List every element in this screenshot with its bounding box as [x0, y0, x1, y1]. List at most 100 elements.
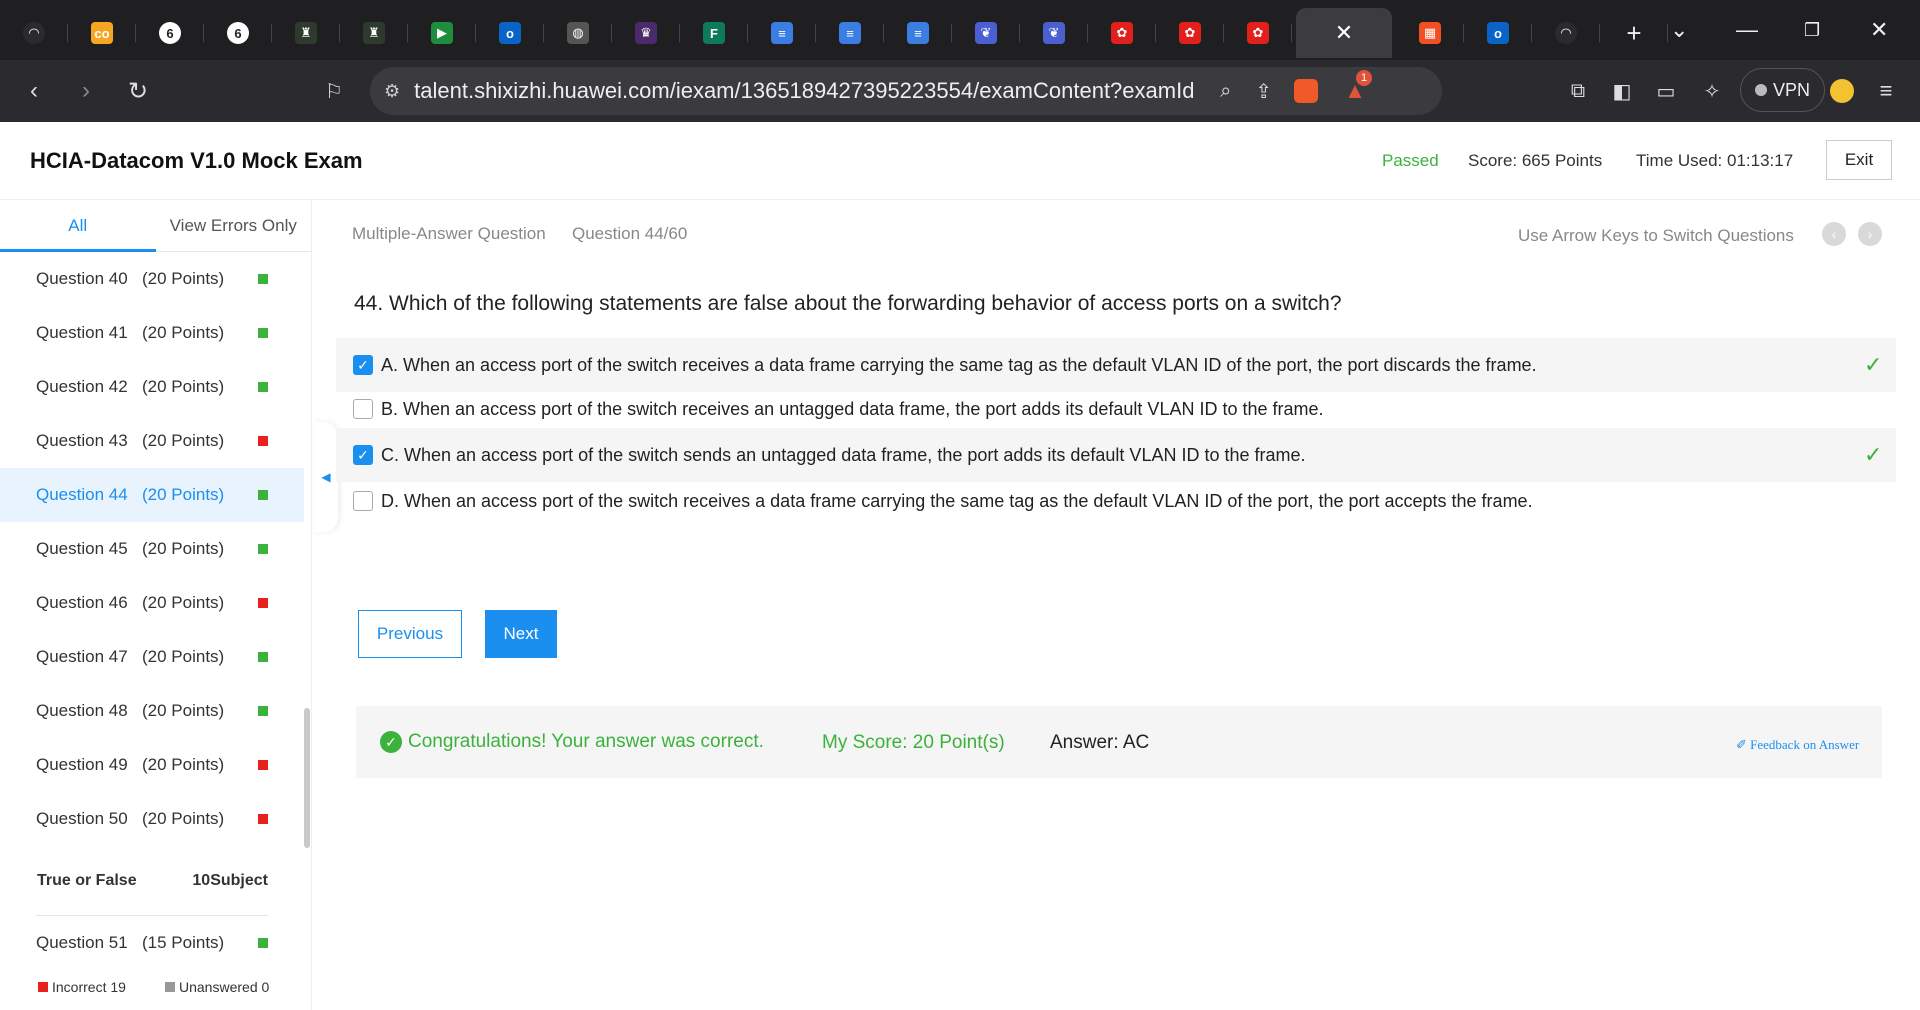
result-panel: ✓ Congratulations! Your answer was corre… [356, 706, 1882, 778]
option-checkbox[interactable] [353, 491, 373, 511]
reload-icon[interactable]: ↻ [116, 69, 160, 113]
browser-tab[interactable]: 6 [204, 8, 272, 58]
browser-tab[interactable]: ◍ [544, 8, 612, 58]
collapse-sidebar-button[interactable]: ◀ [314, 422, 338, 532]
browser-tab[interactable]: co [68, 8, 136, 58]
minimize-icon[interactable]: — [1736, 0, 1758, 60]
option-checkbox[interactable]: ✓ [353, 445, 373, 465]
browser-tab[interactable]: ✿ [1088, 8, 1156, 58]
question-status-marker [258, 544, 268, 554]
question-list-item[interactable]: Question 46 (20 Points) [0, 576, 304, 630]
browser-tab[interactable]: ▦ [1396, 8, 1464, 58]
browser-tab[interactable]: ♜ [340, 8, 408, 58]
browser-tab[interactable]: ≡ [816, 8, 884, 58]
browser-tab[interactable]: ▶ [408, 8, 476, 58]
pass-status: Passed [1382, 150, 1439, 170]
forms-icon: F [703, 22, 725, 44]
question-label: Question 49 [36, 755, 128, 774]
question-status-marker [258, 706, 268, 716]
extensions-icon[interactable]: ⧉ [1556, 69, 1600, 113]
site-settings-icon[interactable]: ⚙ [384, 81, 400, 102]
browser-tab[interactable]: ≡ [884, 8, 952, 58]
question-list-item[interactable]: Question 42 (20 Points) [0, 360, 304, 414]
question-points: (15 Points) [142, 933, 225, 952]
question-list-item[interactable]: Question 41 (20 Points) [0, 306, 304, 360]
answer-option[interactable]: D. When an access port of the switch rec… [336, 474, 1896, 528]
incorrect-swatch [38, 982, 48, 992]
question-points: (20 Points) [142, 809, 225, 828]
option-text: C. When an access port of the switch sen… [381, 444, 1306, 465]
bird-icon: ❦ [1043, 22, 1065, 44]
browser-tab[interactable]: ❦ [952, 8, 1020, 58]
correct-answer: Answer: AC [1050, 732, 1150, 753]
check-circle-icon: ✓ [380, 731, 402, 753]
url-text[interactable]: talent.shixizhi.huawei.com/iexam/1365189… [414, 78, 1194, 104]
university-icon: ♛ [635, 22, 657, 44]
browser-tab[interactable]: ✿ [1224, 8, 1292, 58]
restore-icon[interactable]: ❐ [1804, 0, 1820, 60]
next-button[interactable]: Next [485, 610, 557, 658]
wallet-icon[interactable]: ▭ [1644, 69, 1688, 113]
browser-tab[interactable]: ❦ [1020, 8, 1088, 58]
browser-tab[interactable]: o [1464, 8, 1532, 58]
question-list-item[interactable]: Question 51 (15 Points) [0, 916, 304, 970]
browser-tab[interactable]: ♛ [612, 8, 680, 58]
legend-incorrect: Incorrect 19 [38, 979, 126, 995]
browser-tab[interactable]: ✿ [1156, 8, 1224, 58]
question-list-item[interactable]: Question 44 (20 Points) [0, 468, 304, 522]
exit-button[interactable]: Exit [1826, 140, 1892, 180]
browser-tab[interactable]: F [680, 8, 748, 58]
option-checkbox[interactable] [353, 399, 373, 419]
docs-icon: ≡ [907, 22, 929, 44]
unanswered-swatch [165, 982, 175, 992]
tab-all[interactable]: All [0, 200, 156, 251]
browser-tab[interactable]: 6 [136, 8, 204, 58]
my-score: My Score: 20 Point(s) [822, 732, 1005, 753]
question-label: Question 40 [36, 269, 128, 288]
next-question-arrow-icon[interactable]: › [1858, 222, 1882, 246]
notification-badge: 1 [1356, 70, 1373, 86]
sidebar-scrollbar[interactable] [304, 708, 310, 848]
browser-tab[interactable]: o [476, 8, 544, 58]
bookmark-icon[interactable]: ⚐ [312, 69, 356, 113]
active-tab[interactable]: ✕ [1296, 8, 1392, 58]
close-tab-icon[interactable]: ✕ [1335, 20, 1353, 46]
question-status-marker [258, 652, 268, 662]
sidebar-tabs: All View Errors Only [0, 200, 311, 252]
address-bar[interactable]: ⚙ talent.shixizhi.huawei.com/iexam/13651… [370, 67, 1442, 115]
question-list-item[interactable]: Question 50 (20 Points) [0, 792, 304, 846]
leo-ai-icon[interactable]: ✧ [1690, 69, 1734, 113]
question-list-item[interactable]: Question 40 (20 Points) [0, 252, 304, 306]
legend-unanswered: Unanswered 0 [165, 979, 269, 995]
share-icon[interactable]: ⇪ [1255, 79, 1272, 104]
huawei-icon: ✿ [1111, 22, 1133, 44]
profile-avatar[interactable] [1830, 79, 1854, 103]
question-points: (20 Points) [142, 647, 225, 666]
tab-list-chevron-icon[interactable]: ⌄ [1670, 0, 1688, 60]
previous-button[interactable]: Previous [358, 610, 462, 658]
browser-tab[interactable]: ◠ [0, 8, 68, 58]
question-list-item[interactable]: Question 49 (20 Points) [0, 738, 304, 792]
feedback-link[interactable]: ✐ Feedback on Answer [1736, 737, 1859, 753]
close-window-icon[interactable]: ✕ [1870, 0, 1888, 60]
question-list-item[interactable]: Question 43 (20 Points) [0, 414, 304, 468]
back-icon[interactable]: ‹ [12, 69, 56, 113]
prev-question-arrow-icon[interactable]: ‹ [1822, 222, 1846, 246]
vpn-button[interactable]: VPN [1740, 68, 1826, 112]
question-list-item[interactable]: Question 45 (20 Points) [0, 522, 304, 576]
zoom-icon[interactable]: ⌕ [1220, 80, 1231, 103]
new-tab-icon[interactable]: + [1600, 8, 1668, 58]
sidebar-toggle-icon[interactable]: ◧ [1600, 69, 1644, 113]
menu-icon[interactable]: ≡ [1864, 69, 1908, 113]
brave-rewards-icon[interactable]: ▲ 1 [1344, 70, 1373, 104]
browser-tab[interactable]: ◠ [1532, 8, 1600, 58]
question-list-item[interactable]: Question 47 (20 Points) [0, 630, 304, 684]
tab-view-errors-only[interactable]: View Errors Only [156, 200, 312, 251]
correct-check-icon: ✓ [1864, 352, 1883, 377]
question-list-item[interactable]: Question 48 (20 Points) [0, 684, 304, 738]
browser-tab[interactable]: ♜ [272, 8, 340, 58]
browser-tab[interactable]: ≡ [748, 8, 816, 58]
forward-icon[interactable]: › [64, 69, 108, 113]
brave-shield-icon[interactable] [1294, 79, 1319, 103]
option-checkbox[interactable]: ✓ [353, 355, 373, 375]
